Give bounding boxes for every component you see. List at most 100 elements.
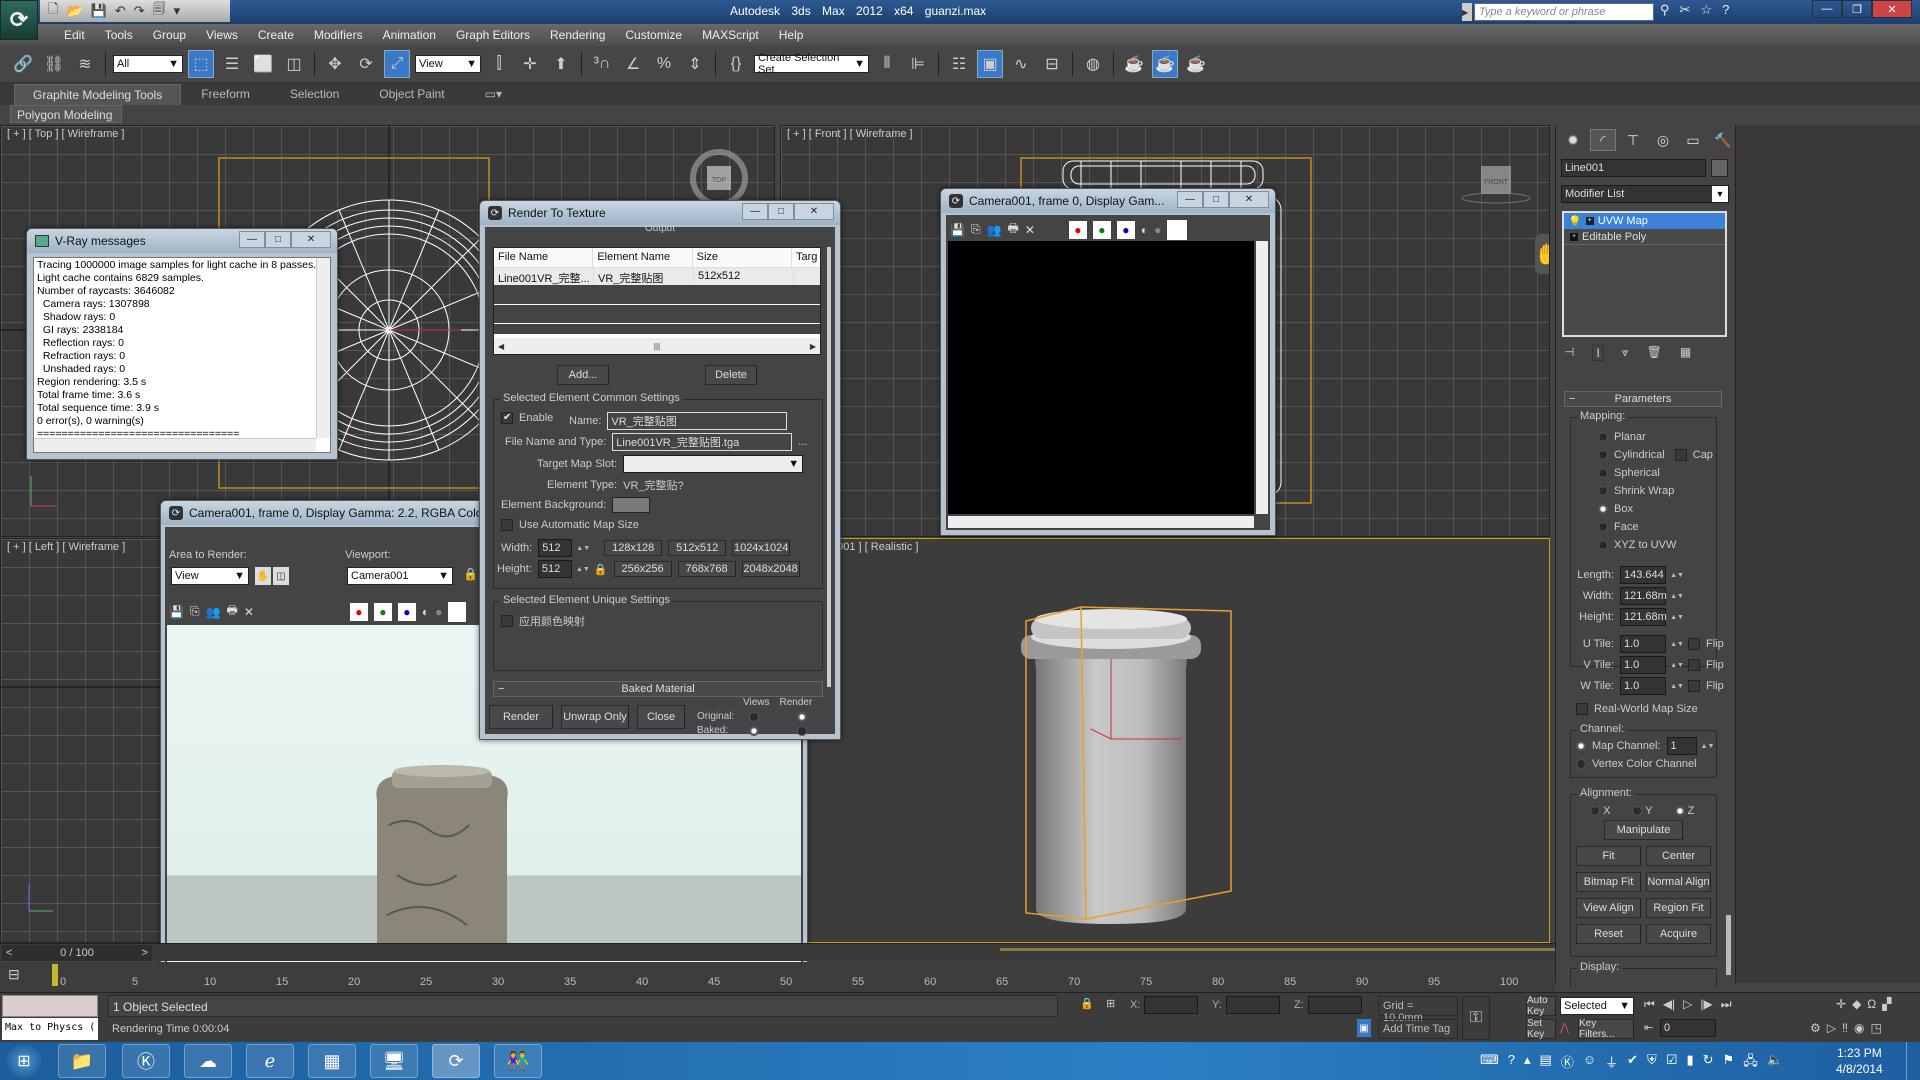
network-icon[interactable]: 🖧 <box>1743 1052 1758 1074</box>
render-production-icon[interactable]: ☕ <box>1183 50 1209 78</box>
show-desktop-button[interactable] <box>1906 1042 1920 1080</box>
normal-align-button[interactable]: Normal Align <box>1646 872 1711 892</box>
make-unique-icon[interactable]: ⩔ <box>1622 345 1629 361</box>
clear-icon[interactable]: ✕ <box>1025 223 1035 237</box>
width-input[interactable]: 121.68m <box>1620 587 1667 605</box>
close-button[interactable]: ✕ <box>794 203 834 220</box>
tab-graphite-modeling-tools[interactable]: Graphite Modeling Tools <box>14 83 182 105</box>
kugou-tray-icon[interactable]: Ⓚ <box>1561 1052 1574 1074</box>
taskbar-explorer[interactable]: 📁 <box>58 1044 106 1078</box>
add-element-button[interactable]: Add... <box>557 365 609 385</box>
preset-256-button[interactable]: 256x256 <box>613 561 672 577</box>
mapping-shrink-wrap[interactable]: Shrink Wrap <box>1598 485 1674 497</box>
mirror-icon[interactable]: ⫴ <box>874 50 900 78</box>
selection-lock-icon[interactable]: 🔒 <box>1080 997 1094 1010</box>
window-crossing-icon[interactable]: ◫ <box>281 50 307 78</box>
v-tile-spinner[interactable]: ▲▼ <box>1670 656 1684 674</box>
region-fit-button[interactable]: Region Fit <box>1646 898 1711 918</box>
radio-button[interactable] <box>1632 806 1643 817</box>
element-background-swatch[interactable] <box>612 497 651 513</box>
minimize-button[interactable]: — <box>239 231 265 248</box>
radio-button[interactable] <box>1598 450 1608 460</box>
previous-frame-icon[interactable]: ◀| <box>1663 997 1675 1012</box>
blue-channel-icon[interactable]: ● <box>1116 220 1135 239</box>
app-menu-button[interactable]: ⟳ <box>0 0 38 40</box>
render-setup-icon[interactable]: ☕ <box>1121 50 1147 78</box>
monochrome-icon[interactable]: ● <box>1154 223 1161 237</box>
width-spinner[interactable]: ▲▼ <box>1670 587 1684 605</box>
angle-snap-icon[interactable]: ∠ <box>620 50 646 78</box>
minimize-button[interactable]: — <box>1812 0 1842 18</box>
new-file-icon[interactable]: 🗋 <box>48 0 58 22</box>
height-input[interactable]: 512 <box>537 560 572 578</box>
show-end-result-icon[interactable]: I <box>1592 345 1604 361</box>
absolute-mode-icon[interactable]: ⊞ <box>1106 997 1115 1010</box>
remove-modifier-icon[interactable]: 🗑 <box>1647 345 1662 361</box>
horizontal-scrollbar[interactable] <box>948 516 1254 528</box>
command-panel-scrollbar[interactable] <box>1726 915 1731 975</box>
vray-log[interactable]: Tracing 1000000 image samples for light … <box>33 257 331 453</box>
menu-edit[interactable]: Edit <box>54 28 95 42</box>
preset-1024-button[interactable]: 1024x1024 <box>732 540 791 556</box>
edit-region-icon[interactable]: ✋ <box>255 567 271 585</box>
w-flip-checkbox[interactable] <box>1688 680 1700 692</box>
go-to-start-icon[interactable]: ⏮ <box>1644 997 1655 1012</box>
lightbulb-icon[interactable]: 💡 <box>1568 215 1582 228</box>
radio-button[interactable] <box>1598 540 1608 550</box>
shield-icon[interactable]: ⛨ <box>1647 1052 1657 1074</box>
time-slider[interactable]: <0 / 100 > <box>0 943 1555 961</box>
radio-button[interactable] <box>1598 486 1608 496</box>
time-config-icon[interactable]: ⚙ <box>1810 1021 1821 1035</box>
project-folder-icon[interactable]: 🗐 <box>153 0 166 22</box>
menu-rendering[interactable]: Rendering <box>540 28 615 42</box>
tab-freeform[interactable]: Freeform <box>181 87 270 101</box>
radio-button[interactable] <box>1598 468 1608 478</box>
menu-views[interactable]: Views <box>196 28 248 42</box>
maxscript-mini-listener-input[interactable]: Max to Physcs ( <box>2 1018 98 1040</box>
lock-aspect-icon[interactable]: 🔒 <box>594 563 608 576</box>
maxscript-mini-listener-top[interactable] <box>2 995 98 1017</box>
field-of-view-icon[interactable]: ◆ <box>1852 997 1861 1011</box>
subscription-icon[interactable]: ☆ <box>1700 2 1712 18</box>
menu-create[interactable]: Create <box>248 28 304 42</box>
time-slider-thumb[interactable]: <0 / 100 > <box>2 945 152 961</box>
viewport-camera[interactable]: a001 ] [ Realistic ] <box>780 538 1550 943</box>
unlink-icon[interactable]: ⛓ <box>41 50 67 78</box>
width-spinner[interactable]: ▲▼ <box>576 539 590 557</box>
minimize-button[interactable]: — <box>1177 191 1203 208</box>
map-channel-input[interactable]: 1 <box>1666 737 1697 755</box>
area-to-render-dropdown[interactable]: View ▼ <box>171 567 249 585</box>
current-frame-input[interactable]: 0 <box>1660 1019 1716 1037</box>
vertical-scrollbar[interactable] <box>316 258 330 438</box>
taskbar-control-panel[interactable]: ▦ <box>308 1044 356 1078</box>
print-icon[interactable]: 🖶 <box>227 601 238 622</box>
save-image-icon[interactable]: 💾 <box>950 223 965 237</box>
u-tile-input[interactable]: 1.0 <box>1620 635 1666 653</box>
current-frame-marker[interactable] <box>52 964 58 986</box>
clone-window-icon[interactable]: 👥 <box>987 223 1002 237</box>
view-align-button[interactable]: View Align <box>1576 898 1641 918</box>
time-tag-icon[interactable]: ▣ <box>1357 1019 1371 1037</box>
set-key-big-button[interactable]: ⚿ <box>1462 996 1490 1040</box>
maximize-button[interactable]: □ <box>265 231 291 248</box>
monochrome-icon[interactable]: ● <box>435 605 442 619</box>
help-tray-icon[interactable]: ? <box>1508 1052 1515 1074</box>
horizontal-scrollbar[interactable] <box>34 438 316 452</box>
expand-icon[interactable]: + <box>1585 217 1594 225</box>
length-spinner[interactable]: ▲▼ <box>1670 566 1684 584</box>
menu-group[interactable]: Group <box>143 28 196 42</box>
modify-tab-icon[interactable]: ◜ <box>1590 129 1616 151</box>
v-flip-checkbox[interactable] <box>1688 659 1700 671</box>
edit-named-selection-icon[interactable]: {} <box>723 50 749 78</box>
scale-icon[interactable]: ⤢ <box>384 50 410 78</box>
infocenter-search-input[interactable]: Type a keyword or phrase <box>1474 3 1654 21</box>
expand-icon[interactable]: + <box>1570 232 1578 241</box>
baked-render-radio[interactable] <box>797 725 807 736</box>
curve-editor-icon[interactable]: ∿ <box>1008 50 1034 78</box>
infocenter-toggle[interactable]: ▶ <box>1462 3 1472 21</box>
display-tab-icon[interactable]: ▭ <box>1680 129 1706 151</box>
u-flip-checkbox[interactable] <box>1688 638 1700 650</box>
spinner-snap-icon[interactable]: ⇕ <box>682 50 708 78</box>
close-button[interactable]: ✕ <box>1872 0 1912 18</box>
column-header[interactable]: Targ <box>792 248 820 267</box>
